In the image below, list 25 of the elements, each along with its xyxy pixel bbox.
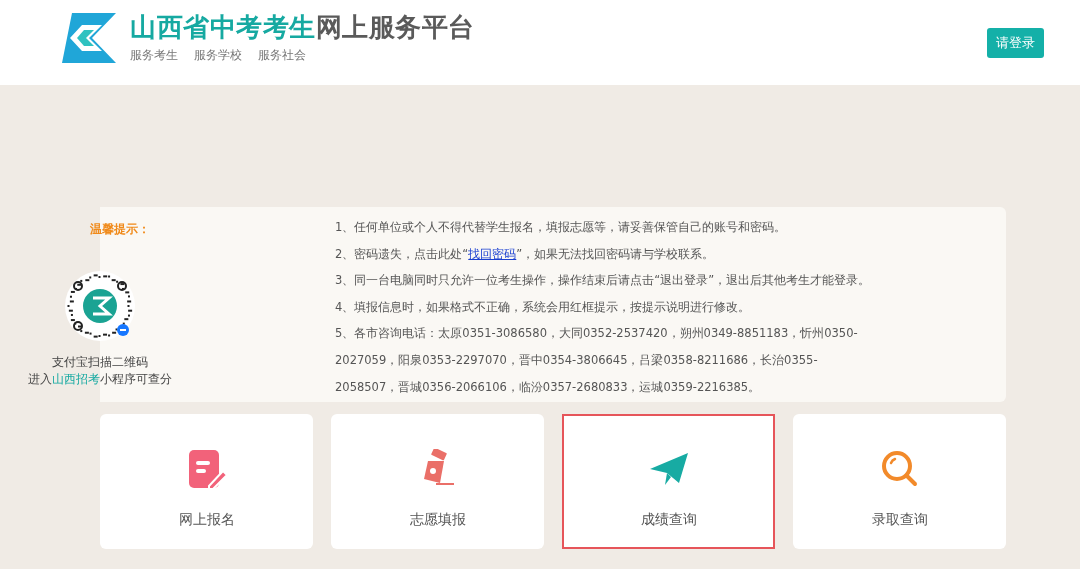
card-label: 录取查询 (871, 511, 928, 529)
notice-item: 4、填报信息时，如果格式不正确，系统会用红框提示，按提示说明进行修改。 (335, 298, 752, 316)
nav-link[interactable]: 服务社会 (258, 46, 306, 64)
recover-password-link[interactable]: 找回密码 (468, 246, 517, 261)
service-card[interactable]: 成绩查询 (562, 414, 775, 549)
card-label: 网上报名 (178, 511, 235, 529)
form-edit-icon (186, 449, 227, 489)
logo-icon (62, 12, 116, 63)
qr-caption: 支付宝扫描二维码 (52, 354, 148, 371)
site-title: 山西省中考考生网上服务平台 (130, 10, 475, 44)
qr-code (64, 270, 136, 342)
search-icon (879, 449, 920, 489)
service-card[interactable]: 录取查询 (793, 414, 1006, 549)
service-card[interactable]: 志愿填报 (331, 414, 544, 549)
notice-item: 5、各市咨询电话：太原0351-3086580，大同0352-2537420，朔州0349-8851183，忻州0350-2027059，阳泉0353-2297070，晋中0354-3806645，吕梁0358-8211686，长治0355-2058507，晋城0356-2066106，临汾0357-2680833，运城0359-2216385。 (335, 325, 859, 396)
card-label: 成绩查询 (640, 511, 697, 529)
service-card[interactable]: 网上报名 (100, 414, 313, 549)
notice-item: 3、同一台电脑同时只允许一位考生操作，操作结束后请点击“退出登录”，退出后其他考生才能登录。 (335, 272, 872, 290)
card-label: 志愿填报 (409, 511, 466, 529)
notice-heading: 温馨提示： (90, 221, 150, 238)
nav-link[interactable]: 服务考生 (130, 46, 178, 64)
nav-link[interactable]: 服务学校 (194, 46, 242, 64)
qr-caption: 进入山西招考小程序可查分 (28, 371, 172, 388)
notice-item: 1、任何单位或个人不得代替学生报名，填报志愿等，请妥善保管自己的账号和密码。 (335, 219, 788, 236)
notice-item: 2、密码遗失，点击此处“找回密码”，如果无法找回密码请与学校联系。 (335, 245, 716, 263)
